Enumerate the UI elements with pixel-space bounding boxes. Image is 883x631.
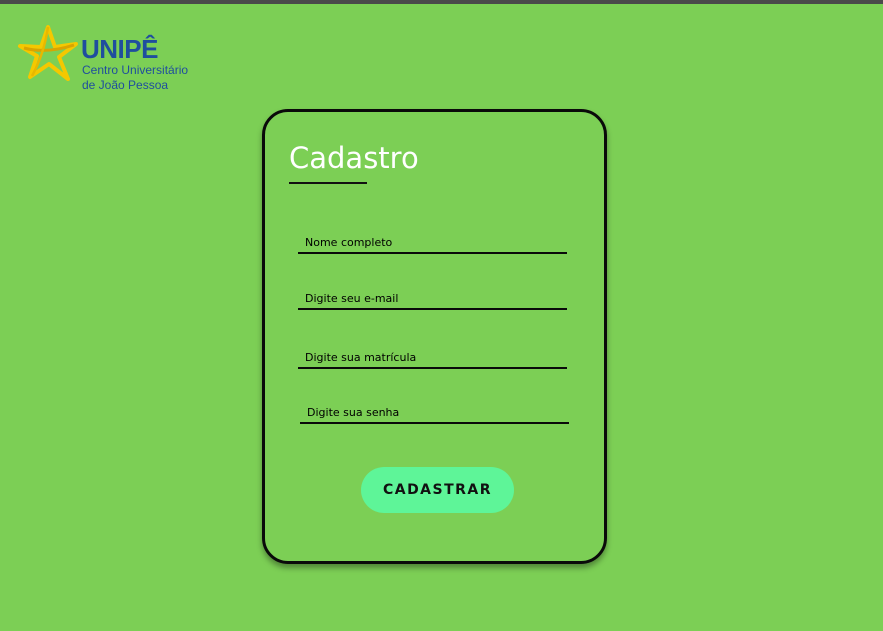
logo-subtitle-line1: Centro Universitário (82, 63, 189, 77)
registration-input[interactable] (298, 347, 567, 367)
registration-field (298, 347, 567, 369)
email-input[interactable] (298, 288, 567, 308)
title-underline (289, 182, 367, 184)
unipe-logo[interactable]: UNIPÊ Centro Universitário de João Pesso… (18, 24, 218, 96)
password-input[interactable] (300, 402, 569, 422)
register-button[interactable]: CADASTRAR (361, 467, 514, 513)
star-logo-icon (18, 25, 78, 81)
form-title: Cadastro (289, 141, 419, 175)
full-name-input[interactable] (298, 232, 567, 252)
logo-title: UNIPÊ (81, 34, 158, 64)
full-name-field (298, 232, 567, 254)
signup-card: Cadastro CADASTRAR (262, 109, 607, 564)
email-field (298, 288, 567, 310)
logo-subtitle-line2: de João Pessoa (82, 78, 169, 92)
window-top-strip (0, 0, 883, 4)
password-field (300, 402, 569, 424)
